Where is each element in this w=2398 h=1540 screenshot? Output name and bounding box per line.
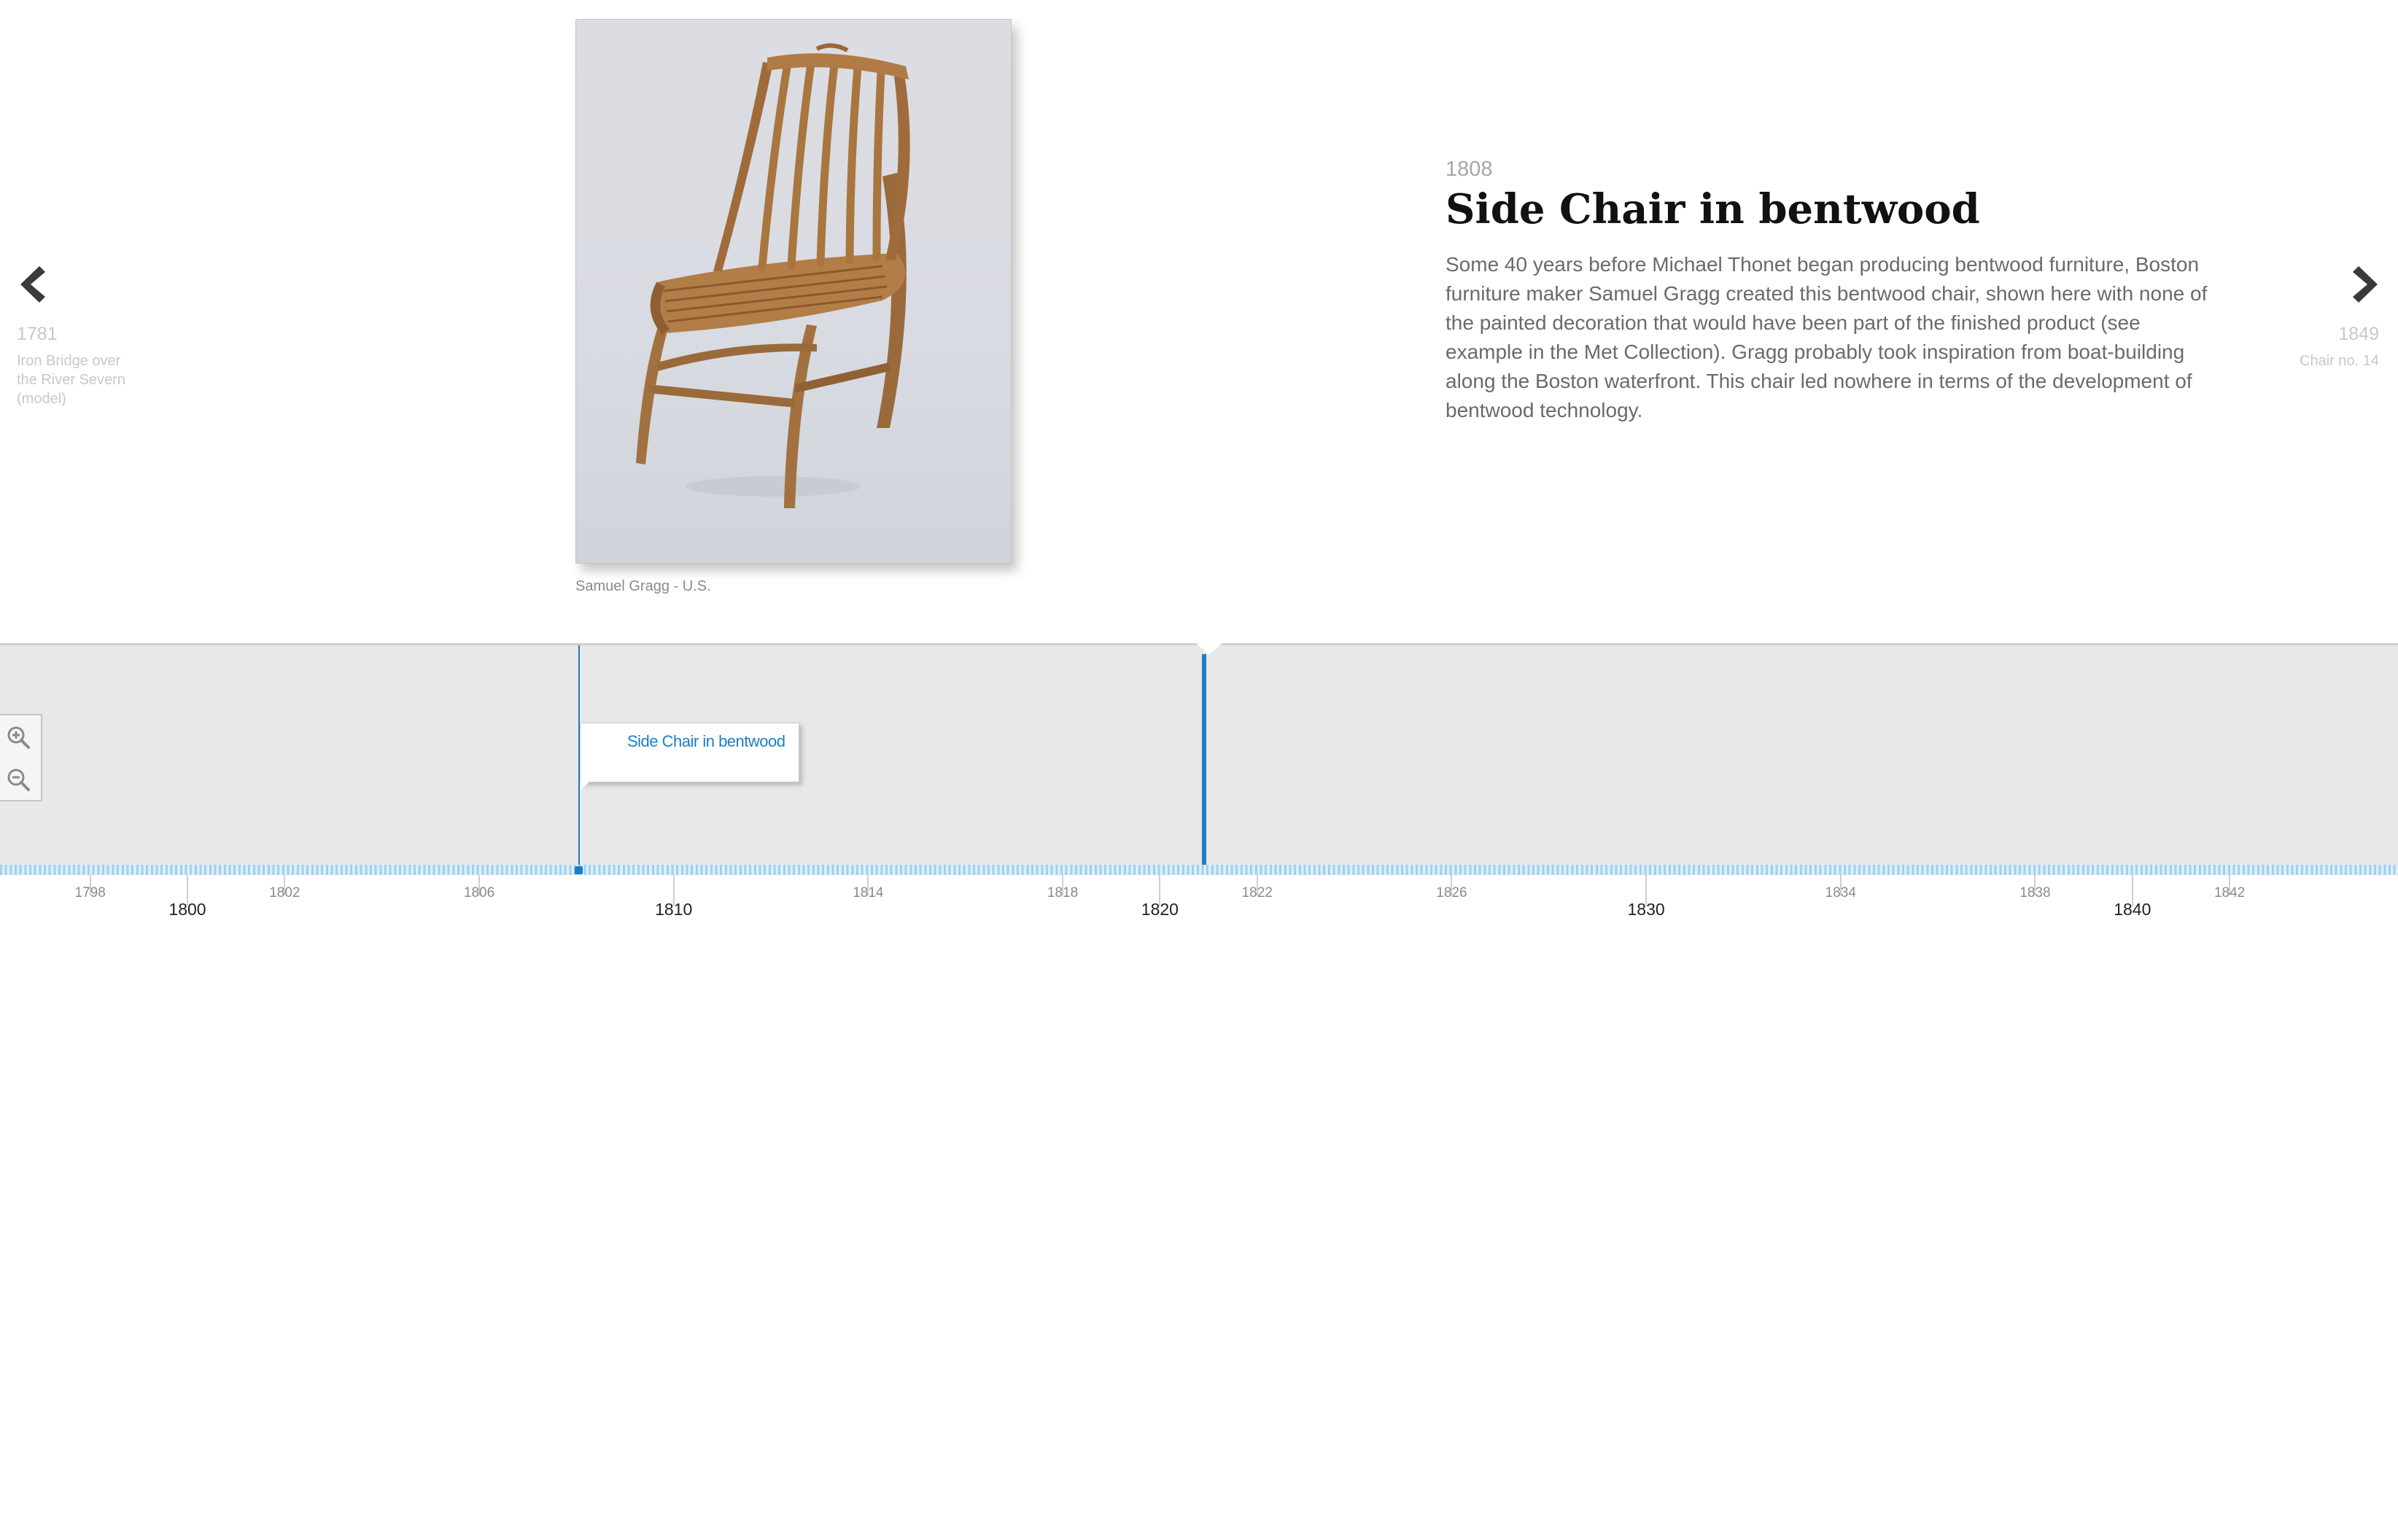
ruler-minor-year-label: 1834 xyxy=(1825,885,1856,901)
slide-body-text: Some 40 years before Michael Thonet bega… xyxy=(1446,253,2208,421)
previous-slide-title[interactable]: Iron Bridge over the River Severn (model… xyxy=(17,351,141,408)
event-marker-flag[interactable]: Side Chair in bentwood xyxy=(580,723,799,790)
ruler-minor-year-label: 1818 xyxy=(1047,885,1079,901)
event-flag-label: Side Chair in bentwood xyxy=(627,732,785,750)
next-slide-date[interactable]: 1849 xyxy=(2338,324,2379,345)
zoom-controls xyxy=(0,714,42,801)
timeline-center-pointer xyxy=(1196,643,1222,655)
ruler-major-year-label: 1830 xyxy=(1627,900,1665,919)
ruler-minor-year-label: 1826 xyxy=(1436,885,1467,901)
ruler-major-year-label: 1800 xyxy=(168,900,206,919)
ruler-minor-year-label: 1802 xyxy=(269,885,300,901)
event-marker-dot xyxy=(575,866,583,874)
previous-slide-arrow-icon[interactable] xyxy=(10,259,54,310)
timeline-navigator[interactable]: Side Chair in bentwood xyxy=(0,643,2398,873)
timeline-page: 1781 Iron Bridge over the River Severn (… xyxy=(0,0,2398,1540)
media-credit: Samuel Gragg - U.S. xyxy=(575,578,711,594)
slide-area: 1781 Iron Bridge over the River Severn (… xyxy=(0,0,2398,643)
ruler-major-year-label: 1820 xyxy=(1141,900,1179,919)
ruler-minor-year-label: 1806 xyxy=(463,885,495,901)
zoom-out-button[interactable] xyxy=(0,758,41,800)
ruler-major-year-label: 1810 xyxy=(655,900,693,919)
ruler-major-year-label: 1840 xyxy=(2114,900,2151,919)
slide-text: 1808 Side Chair in bentwood Some 40 year… xyxy=(1446,158,2219,425)
ruler-minor-ticks xyxy=(0,865,2398,875)
ruler-minor-year-label: 1822 xyxy=(1241,885,1273,901)
previous-slide-date[interactable]: 1781 xyxy=(17,324,58,345)
slide-date: 1808 xyxy=(1446,158,1493,181)
ruler-minor-year-label: 1838 xyxy=(2019,885,2051,901)
ruler-minor-year-label: 1798 xyxy=(74,885,106,901)
ruler-minor-year-label: 1814 xyxy=(853,885,884,901)
ruler-minor-year-label: 1842 xyxy=(2213,885,2246,901)
zoom-out-icon xyxy=(7,769,30,791)
slide-media-image xyxy=(575,19,1012,564)
timeline-ruler: 1800 1810 1820 1830 1840 1798 1802 1806 1814 1818… xyxy=(0,865,2398,938)
zoom-in-button[interactable] xyxy=(0,715,41,758)
next-slide-title[interactable]: Chair no. 14 xyxy=(2300,351,2379,370)
slide-headline: Side Chair in bentwood xyxy=(1446,185,1980,233)
zoom-in-icon xyxy=(7,726,30,749)
timeline-center-line xyxy=(1202,654,1206,873)
event-flag-tail xyxy=(581,782,589,790)
next-slide-arrow-icon[interactable] xyxy=(2344,259,2388,310)
